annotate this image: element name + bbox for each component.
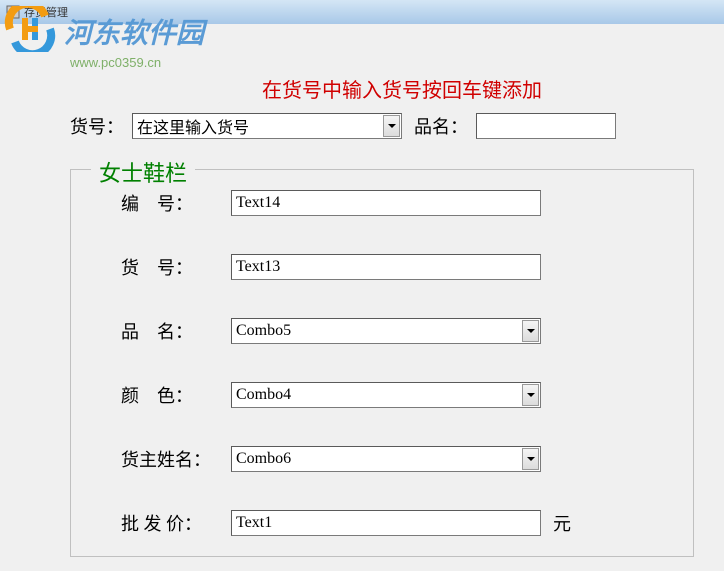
instruction-text: 在货号中输入货号按回车键添加 — [80, 74, 724, 103]
pinming-combo-value: Combo5 — [236, 322, 291, 340]
womens-shoes-fieldset: 女士鞋栏 编 号： 货 号： 品 名： Combo5 颜 色： — [70, 169, 694, 557]
chevron-down-icon[interactable] — [522, 320, 539, 342]
chevron-down-icon[interactable] — [383, 115, 400, 137]
huohao-label: 货号： — [70, 113, 124, 139]
huohao-combo-value: 在这里输入货号 — [137, 114, 249, 138]
huozhu-label: 货主姓名： — [101, 446, 231, 472]
window-title: 存货管理 — [24, 4, 68, 20]
yanse-combo-value: Combo4 — [236, 386, 291, 404]
row-pinming: 品 名： Combo5 — [101, 318, 663, 344]
pinming-combo[interactable]: Combo5 — [231, 318, 541, 344]
row-bianhao: 编 号： — [101, 190, 663, 216]
huozhu-combo[interactable]: Combo6 — [231, 446, 541, 472]
chevron-down-icon[interactable] — [522, 384, 539, 406]
row-pifajia: 批 发 价： 元 — [101, 510, 663, 536]
row-huohao: 货 号： — [101, 254, 663, 280]
bianhao-label: 编 号： — [101, 190, 231, 216]
top-search-row: 货号： 在这里输入货号 品名： — [0, 113, 724, 139]
titlebar: 存货管理 — [0, 0, 724, 24]
huohao-input[interactable] — [231, 254, 541, 280]
app-icon — [6, 5, 20, 19]
pifajia-label: 批 发 价： — [101, 510, 231, 536]
yanse-combo[interactable]: Combo4 — [231, 382, 541, 408]
pinming-label: 品名： — [414, 113, 468, 139]
huozhu-combo-value: Combo6 — [236, 450, 291, 468]
row-yanse: 颜 色： Combo4 — [101, 382, 663, 408]
bianhao-input[interactable] — [231, 190, 541, 216]
pifajia-input[interactable] — [231, 510, 541, 536]
yanse-label: 颜 色： — [101, 382, 231, 408]
fieldset-legend: 女士鞋栏 — [91, 156, 195, 188]
pifajia-unit: 元 — [553, 510, 571, 536]
pinming-input[interactable] — [476, 113, 616, 139]
row-huozhu: 货主姓名： Combo6 — [101, 446, 663, 472]
huohao-combo[interactable]: 在这里输入货号 — [132, 113, 402, 139]
huohao-form-label: 货 号： — [101, 254, 231, 280]
pinming-form-label: 品 名： — [101, 318, 231, 344]
chevron-down-icon[interactable] — [522, 448, 539, 470]
